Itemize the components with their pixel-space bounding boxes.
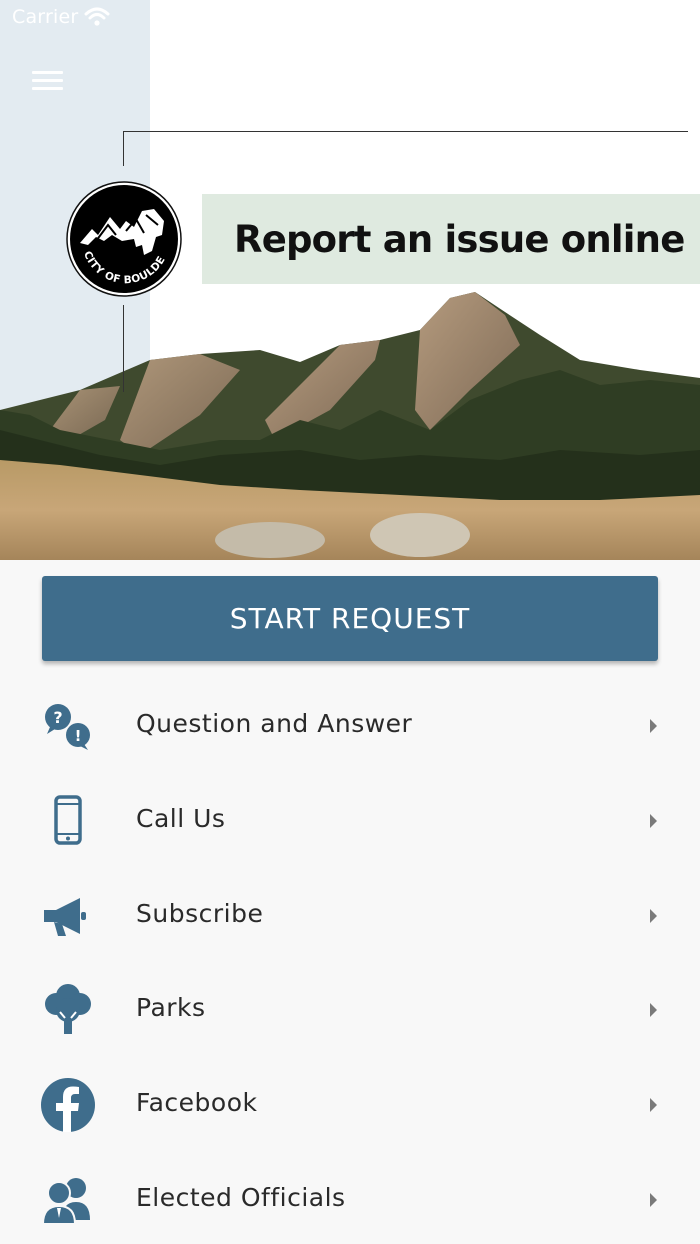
question-answer-icon: ? !: [40, 698, 96, 754]
app-screen: Carrier CITY OF BOULDER Report an issue …: [0, 0, 700, 1244]
menu-item-subscribe[interactable]: Subscribe: [0, 868, 700, 963]
start-request-button[interactable]: START REQUEST: [42, 576, 658, 661]
menu-item-label: Elected Officials: [136, 1182, 346, 1212]
city-of-boulder-logo: CITY OF BOULDER: [66, 181, 182, 297]
officials-icon: [40, 1172, 96, 1228]
wifi-icon: [84, 7, 110, 26]
chevron-right-icon: [650, 1003, 657, 1018]
menu-item-label: Call Us: [136, 803, 226, 833]
chevron-right-icon: [650, 1192, 657, 1207]
tree-icon: [40, 982, 96, 1038]
hamburger-menu-icon-bar: [32, 87, 63, 90]
header: Carrier CITY OF BOULDER Report an issue …: [0, 0, 700, 560]
menu-item-elected-officials[interactable]: Elected Officials: [0, 1152, 700, 1244]
menu-item-parks[interactable]: Parks: [0, 962, 700, 1057]
menu-item-label: Facebook: [136, 1088, 258, 1118]
hamburger-menu-button[interactable]: [28, 66, 68, 96]
status-carrier: Carrier: [12, 6, 79, 28]
facebook-icon: [40, 1077, 96, 1133]
megaphone-icon: [40, 888, 96, 944]
page-title: Report an issue online: [234, 217, 685, 261]
menu-item-label: Parks: [136, 993, 206, 1023]
chevron-right-icon: [650, 719, 657, 733]
menu-item-question-and-answer[interactable]: ? ! Question and Answer: [0, 678, 700, 773]
svg-text:?: ?: [53, 708, 62, 727]
chevron-right-icon: [650, 813, 657, 828]
svg-text:!: !: [75, 727, 82, 745]
banner: Report an issue online: [202, 194, 700, 284]
menu-item-call-us[interactable]: Call Us: [0, 773, 700, 868]
chevron-right-icon: [650, 1098, 657, 1113]
menu-item-label: Subscribe: [136, 898, 264, 928]
hamburger-menu-icon-bar: [32, 79, 63, 82]
menu-list: ? ! Question and Answer Call Us Subscrib…: [0, 678, 700, 1244]
hamburger-menu-icon-bar: [32, 71, 63, 74]
chevron-right-icon: [650, 908, 657, 923]
phone-icon: [40, 793, 96, 849]
menu-item-label: Question and Answer: [136, 709, 413, 738]
menu-item-facebook[interactable]: Facebook: [0, 1057, 700, 1152]
